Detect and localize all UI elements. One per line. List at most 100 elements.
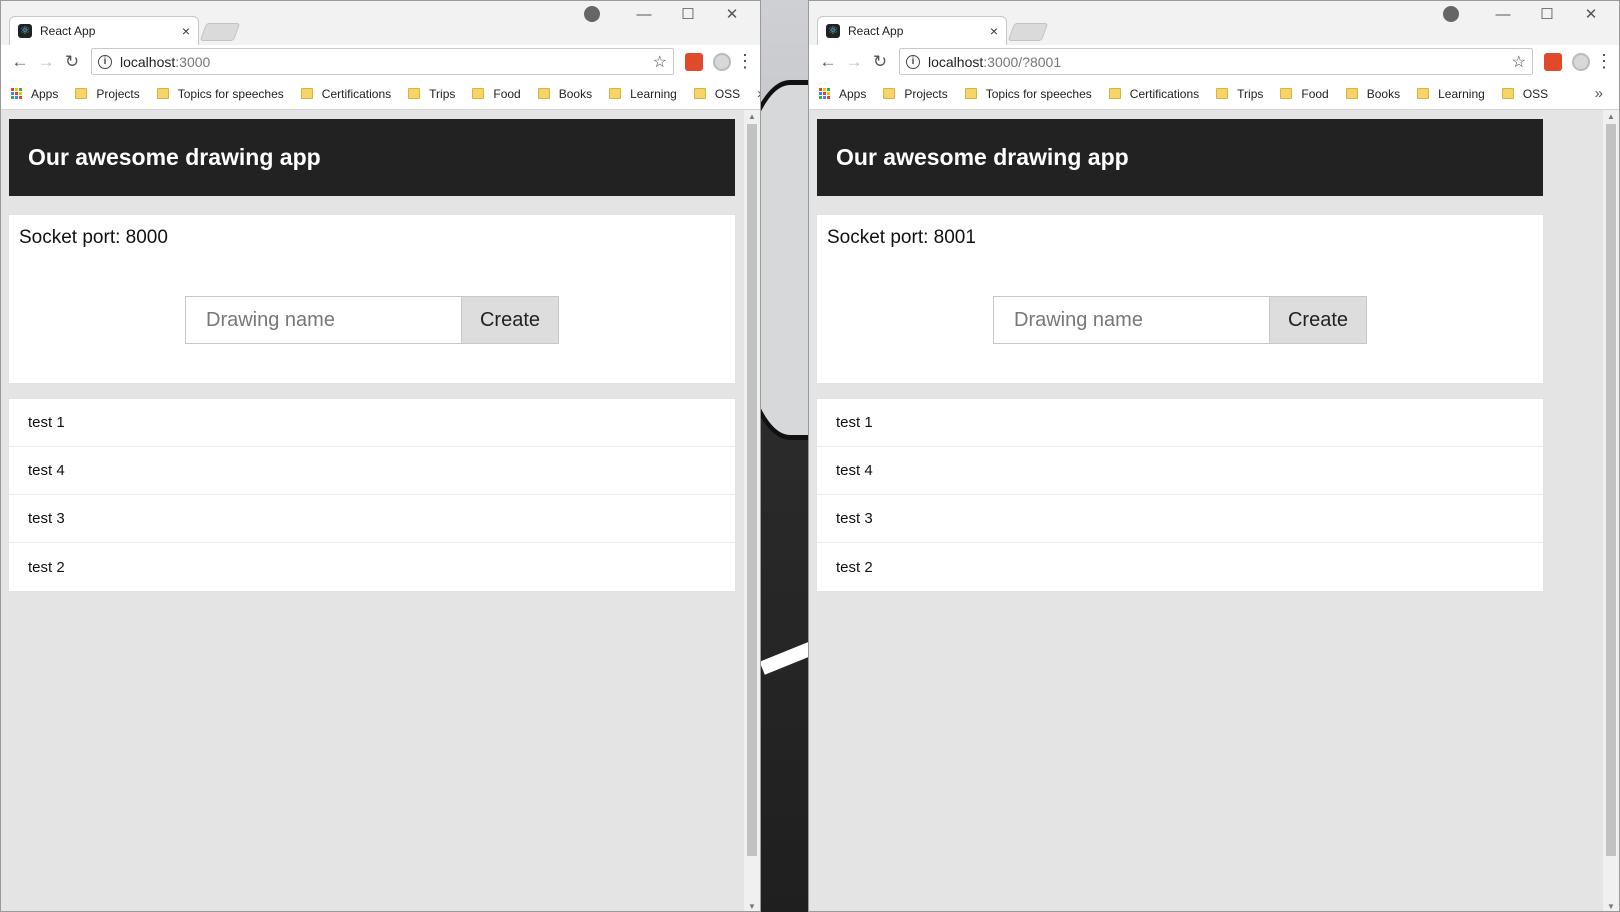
- create-button[interactable]: Create: [461, 296, 559, 344]
- browser-tab[interactable]: ⚛ React App ×: [817, 16, 1007, 45]
- bookmark-star-icon[interactable]: ☆: [1512, 52, 1526, 72]
- bookmark-apps[interactable]: Apps: [819, 87, 866, 101]
- drawing-list-item[interactable]: test 1: [9, 399, 735, 447]
- bookmark-folder[interactable]: Certifications: [300, 87, 391, 101]
- scrollbar-thumb[interactable]: [747, 124, 757, 856]
- bookmark-folder[interactable]: Topics for speeches: [156, 87, 284, 101]
- window-close-icon[interactable]: ✕: [710, 5, 754, 23]
- drawing-list-item[interactable]: test 4: [9, 447, 735, 495]
- profile-icon[interactable]: [584, 6, 600, 22]
- new-tab-button[interactable]: [199, 23, 241, 41]
- bookmark-folder[interactable]: OSS: [693, 87, 740, 101]
- bookmark-apps[interactable]: Apps: [11, 87, 58, 101]
- bookmark-label: Food: [1301, 86, 1329, 101]
- folder-icon: [883, 88, 896, 99]
- reload-icon[interactable]: ↻: [59, 52, 85, 72]
- scroll-down-icon[interactable]: ▼: [1603, 902, 1619, 911]
- scroll-up-icon[interactable]: ▲: [1603, 112, 1619, 121]
- address-bar[interactable]: i localhost :3000/?8001 ☆: [899, 48, 1533, 75]
- browser-window-right: ⚛ React App × — ☐ ✕ ← → ↻ i localhost :3…: [808, 0, 1620, 912]
- bookmark-label: Learning: [1438, 86, 1485, 101]
- app-root: Our awesome drawing app Socket port: 800…: [817, 119, 1543, 591]
- browser-window-left: ⚛ React App × — ☐ ✕ ← → ↻ i localhost :3…: [0, 0, 761, 912]
- profile-icon[interactable]: [1443, 6, 1459, 22]
- tab-close-icon[interactable]: ×: [990, 23, 998, 39]
- react-favicon-icon: ⚛: [826, 24, 840, 38]
- bookmark-label: OSS: [1522, 86, 1549, 101]
- bookmark-folder[interactable]: Certifications: [1108, 86, 1200, 101]
- drawing-name-input[interactable]: Drawing name: [185, 296, 461, 344]
- bookmark-folder[interactable]: Books: [537, 87, 592, 101]
- bookmark-folder[interactable]: Projects: [883, 86, 948, 101]
- window-controls: — ☐ ✕: [1443, 5, 1613, 23]
- app-header: Our awesome drawing app: [817, 119, 1543, 196]
- url-path: :3000: [175, 53, 211, 70]
- scroll-up-icon[interactable]: ▲: [744, 112, 760, 121]
- folder-icon: [537, 88, 550, 99]
- back-arrow-icon[interactable]: ←: [7, 52, 33, 72]
- window-close-icon[interactable]: ✕: [1569, 5, 1613, 23]
- site-info-icon[interactable]: i: [906, 54, 920, 69]
- drawing-name-input[interactable]: Drawing name: [993, 296, 1269, 344]
- tab-strip: ⚛ React App × — ☐ ✕: [1, 1, 760, 45]
- bookmark-folder[interactable]: Books: [1345, 87, 1400, 101]
- scroll-down-icon[interactable]: ▼: [744, 902, 760, 911]
- folder-icon: [75, 88, 88, 99]
- folder-icon: [1108, 88, 1121, 99]
- create-panel: Socket port: 8000 Drawing name Create: [9, 215, 735, 383]
- bookmark-label: Certifications: [1129, 86, 1200, 101]
- bookmark-folder[interactable]: Learning: [1417, 87, 1485, 101]
- scrollbar-thumb[interactable]: [1606, 124, 1616, 856]
- minimize-icon[interactable]: —: [622, 6, 666, 23]
- back-arrow-icon[interactable]: ←: [815, 52, 841, 72]
- reload-icon[interactable]: ↻: [867, 52, 893, 72]
- bookmark-folder[interactable]: Trips: [1216, 87, 1263, 101]
- bookmark-folder[interactable]: Food: [1280, 86, 1329, 101]
- forward-arrow-icon[interactable]: →: [33, 52, 59, 72]
- address-bar[interactable]: i localhost :3000 ☆: [91, 48, 674, 75]
- bookmark-folder[interactable]: OSS: [1501, 86, 1549, 101]
- bookmark-star-icon[interactable]: ☆: [653, 52, 667, 72]
- browser-menu-icon[interactable]: ⋮: [1595, 51, 1613, 72]
- new-tab-button[interactable]: [1007, 23, 1049, 41]
- bookmark-folder[interactable]: Food: [472, 87, 521, 101]
- drawing-list-item[interactable]: test 2: [817, 543, 1543, 591]
- minimize-icon[interactable]: —: [1481, 6, 1525, 23]
- maximize-icon[interactable]: ☐: [666, 5, 710, 23]
- app-header: Our awesome drawing app: [9, 119, 735, 196]
- drawing-list-item[interactable]: test 3: [9, 495, 735, 543]
- folder-icon: [1216, 88, 1229, 99]
- bookmark-folder[interactable]: Projects: [75, 87, 140, 101]
- drawing-list-item[interactable]: test 2: [9, 543, 735, 591]
- extension-icon[interactable]: [1544, 52, 1562, 71]
- browser-toolbar: ← → ↻ i localhost :3000/?8001 ☆ ⋮: [809, 45, 1619, 78]
- site-info-icon[interactable]: i: [98, 54, 112, 69]
- tab-title: React App: [848, 24, 904, 38]
- bookmark-label: Trips: [429, 86, 456, 101]
- url-host: localhost: [120, 53, 176, 70]
- bookmarks-bar: Apps Projects Topics for speeches Certific…: [1, 78, 760, 110]
- bookmarks-overflow-icon[interactable]: »: [757, 85, 760, 102]
- create-drawing-form: Drawing name Create: [993, 296, 1367, 344]
- create-button[interactable]: Create: [1269, 296, 1367, 344]
- forward-arrow-icon[interactable]: →: [841, 52, 867, 72]
- extension-circle-icon[interactable]: [1572, 52, 1590, 71]
- bookmark-folder[interactable]: Learning: [609, 87, 677, 101]
- extension-icon[interactable]: [685, 52, 703, 71]
- bookmark-folder[interactable]: Topics for speeches: [964, 87, 1092, 101]
- extension-circle-icon[interactable]: [713, 52, 731, 71]
- tab-close-icon[interactable]: ×: [182, 23, 190, 39]
- bookmark-label: Projects: [904, 86, 948, 101]
- browser-toolbar: ← → ↻ i localhost :3000 ☆ ⋮: [1, 45, 760, 78]
- bookmark-folder[interactable]: Trips: [408, 87, 455, 101]
- browser-menu-icon[interactable]: ⋮: [736, 51, 754, 72]
- desktop-background: [760, 0, 808, 912]
- bookmarks-overflow-icon[interactable]: »: [1595, 85, 1609, 102]
- vertical-scrollbar[interactable]: ▲ ▼: [744, 110, 760, 911]
- drawing-list-item[interactable]: test 3: [817, 495, 1543, 543]
- browser-tab[interactable]: ⚛ React App ×: [9, 16, 199, 45]
- drawing-list-item[interactable]: test 4: [817, 447, 1543, 495]
- drawing-list-item[interactable]: test 1: [817, 399, 1543, 447]
- vertical-scrollbar[interactable]: ▲ ▼: [1603, 110, 1619, 911]
- maximize-icon[interactable]: ☐: [1525, 5, 1569, 23]
